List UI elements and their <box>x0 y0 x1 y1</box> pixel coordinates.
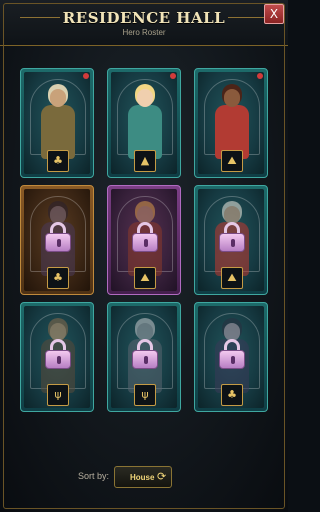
hero-card[interactable]: ♣ <box>20 185 94 295</box>
hero-portrait-head <box>224 89 240 107</box>
mountain-range-icon: ⛰ <box>221 150 243 172</box>
new-notification-dot <box>170 73 176 79</box>
mountain-peak-icon: ▲ <box>134 150 156 172</box>
roster-screen: RESIDENCE HALL Hero Roster X ♣ ▲ ⛰ ♣ ⛰ ⛰ ψ ψ ♣ S… <box>0 0 288 512</box>
hero-card[interactable]: ⛰ <box>107 185 181 295</box>
grass-sprout-icon: ψ <box>47 384 69 406</box>
new-notification-dot <box>83 73 89 79</box>
page-subtitle: Hero Roster <box>122 28 166 37</box>
header-bar: RESIDENCE HALL Hero Roster X <box>0 0 288 46</box>
forest-trees-icon: ♣ <box>47 267 69 289</box>
hero-card[interactable]: ⛰ <box>194 68 268 178</box>
title-ornament-right <box>228 17 268 18</box>
hero-card[interactable]: ψ <box>20 302 94 412</box>
sort-value: House <box>130 473 155 482</box>
hero-portrait-head <box>50 89 66 107</box>
page-title: RESIDENCE HALL <box>62 9 226 27</box>
close-button[interactable]: X <box>264 4 284 24</box>
forest-trees-icon: ♣ <box>47 150 69 172</box>
refresh-cycle-icon: ⟳ <box>157 470 167 483</box>
hero-card[interactable]: ♣ <box>20 68 94 178</box>
sort-dropdown-button[interactable]: House ⟳ <box>114 466 172 488</box>
hero-portrait <box>124 89 166 159</box>
mountain-range-icon: ⛰ <box>221 267 243 289</box>
hero-portrait-head <box>137 89 153 107</box>
padlock-icon <box>132 339 158 369</box>
hero-card[interactable]: ⛰ <box>194 185 268 295</box>
padlock-icon <box>45 222 71 252</box>
mountain-range-icon: ⛰ <box>134 267 156 289</box>
padlock-icon <box>132 222 158 252</box>
hero-card[interactable]: ▲ <box>107 68 181 178</box>
close-icon: X <box>269 7 279 21</box>
hero-portrait <box>211 89 253 159</box>
hero-card[interactable]: ψ <box>107 302 181 412</box>
grass-sprout-icon: ψ <box>134 384 156 406</box>
padlock-icon <box>219 222 245 252</box>
padlock-icon <box>45 339 71 369</box>
sort-label: Sort by: <box>78 471 110 481</box>
padlock-icon <box>219 339 245 369</box>
hero-portrait <box>37 89 79 159</box>
sort-bar: Sort by: House ⟳ <box>0 462 288 492</box>
forest-trees-icon: ♣ <box>221 384 243 406</box>
new-notification-dot <box>257 73 263 79</box>
hero-card[interactable]: ♣ <box>194 302 268 412</box>
